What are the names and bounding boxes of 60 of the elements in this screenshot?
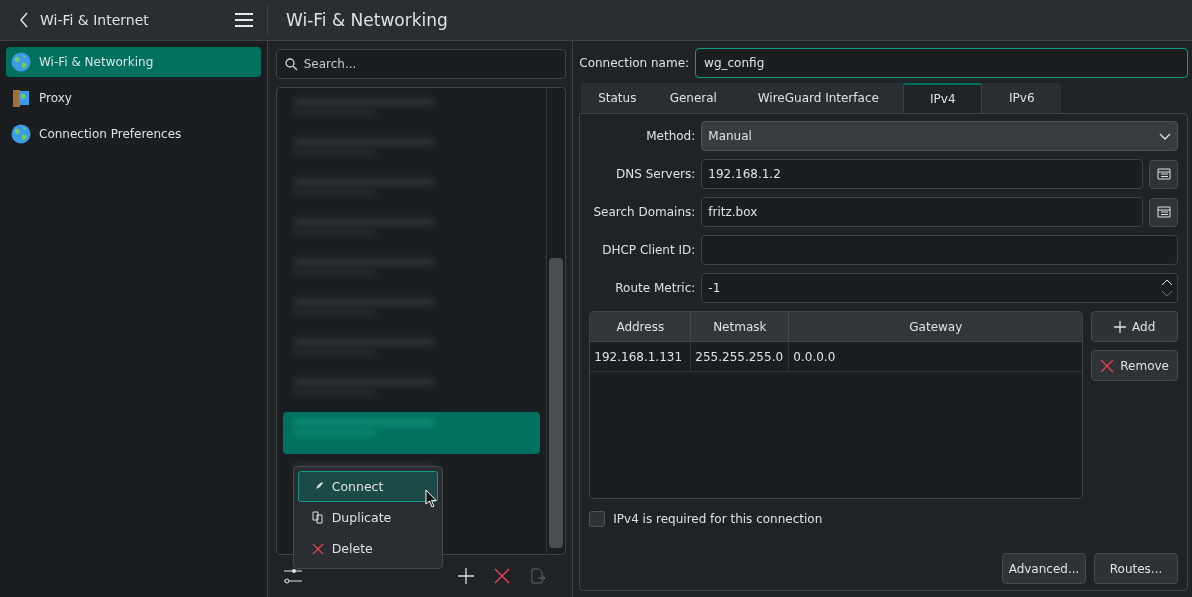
edit-list-button[interactable] (1149, 159, 1178, 189)
input-field[interactable]: 192.168.1.2 (701, 159, 1143, 189)
tab[interactable]: IPv6 (982, 83, 1062, 113)
column-header[interactable]: Gateway (789, 312, 1083, 341)
table-cell: 192.168.1.131 (590, 342, 692, 371)
cursor-icon (424, 489, 439, 509)
field-label: Method: (645, 129, 696, 143)
method-dropdown[interactable]: Manual (701, 121, 1178, 151)
field-label: Search Domains: (592, 205, 696, 219)
page-title: Wi-Fi & Networking (286, 10, 448, 30)
back-title: Wi-Fi & Internet (40, 12, 150, 28)
menu-item[interactable]: Duplicate (297, 502, 438, 533)
search-field[interactable]: Search... (275, 49, 567, 79)
checkbox-label: IPv4 is required for this connection (613, 512, 823, 526)
connection-name-field[interactable]: wg_config (695, 48, 1188, 78)
dialog-button[interactable]: Routes... (1094, 553, 1178, 584)
menu-item[interactable]: Delete (297, 533, 438, 564)
add-icon[interactable] (458, 568, 475, 584)
tab[interactable]: General (653, 83, 734, 113)
input-field[interactable] (701, 235, 1178, 265)
export-icon[interactable] (530, 568, 547, 584)
copy-icon (311, 511, 324, 524)
door-globe-icon (11, 88, 31, 108)
back-icon[interactable] (18, 12, 30, 28)
input-field[interactable]: fritz.box (701, 197, 1143, 227)
chevron-down-icon (1159, 132, 1171, 140)
globe-icon (11, 124, 31, 144)
remove-button[interactable]: Remove (1091, 350, 1178, 381)
globe-icon (11, 52, 31, 72)
table-cell: 255.255.255.0 (691, 342, 790, 371)
list-icon (1156, 206, 1171, 218)
sidebar-item[interactable]: Proxy (6, 83, 261, 113)
tab[interactable]: IPv4 (903, 83, 983, 113)
tab[interactable]: Status (581, 83, 654, 113)
field-label: DHCP Client ID: (601, 243, 696, 257)
menu-icon[interactable] (235, 13, 253, 27)
list-icon (1156, 168, 1171, 180)
add-button[interactable]: Add (1091, 311, 1178, 342)
sidebar-item[interactable]: Wi-Fi & Networking (6, 47, 261, 77)
tab[interactable]: WireGuard Interface (733, 83, 904, 113)
scrollbar-thumb[interactable] (549, 258, 564, 548)
table-cell-text: 0.0.0.0 (792, 348, 837, 366)
delete-icon (311, 542, 324, 555)
edit-list-button[interactable] (1149, 197, 1178, 227)
spin-box[interactable]: -1 (701, 273, 1178, 303)
checkbox[interactable] (589, 511, 606, 527)
plus-icon (1114, 320, 1127, 333)
search-icon (284, 58, 298, 71)
field-label: DNS Servers: (615, 167, 696, 181)
delete-icon[interactable] (494, 568, 511, 584)
sidebar-item[interactable]: Connection Preferences (6, 119, 261, 149)
sliders-icon[interactable] (283, 568, 302, 584)
field-label: Connection name: (579, 56, 690, 70)
remove-icon (1100, 358, 1115, 373)
dialog-button[interactable]: Advanced... (1002, 553, 1086, 584)
field-label: Route Metric: (614, 281, 696, 295)
menu-item[interactable]: Connect (297, 471, 438, 502)
column-header[interactable]: Netmask (691, 312, 790, 341)
blurred-connection-row[interactable] (282, 412, 541, 454)
column-header[interactable]: Address (590, 312, 692, 341)
